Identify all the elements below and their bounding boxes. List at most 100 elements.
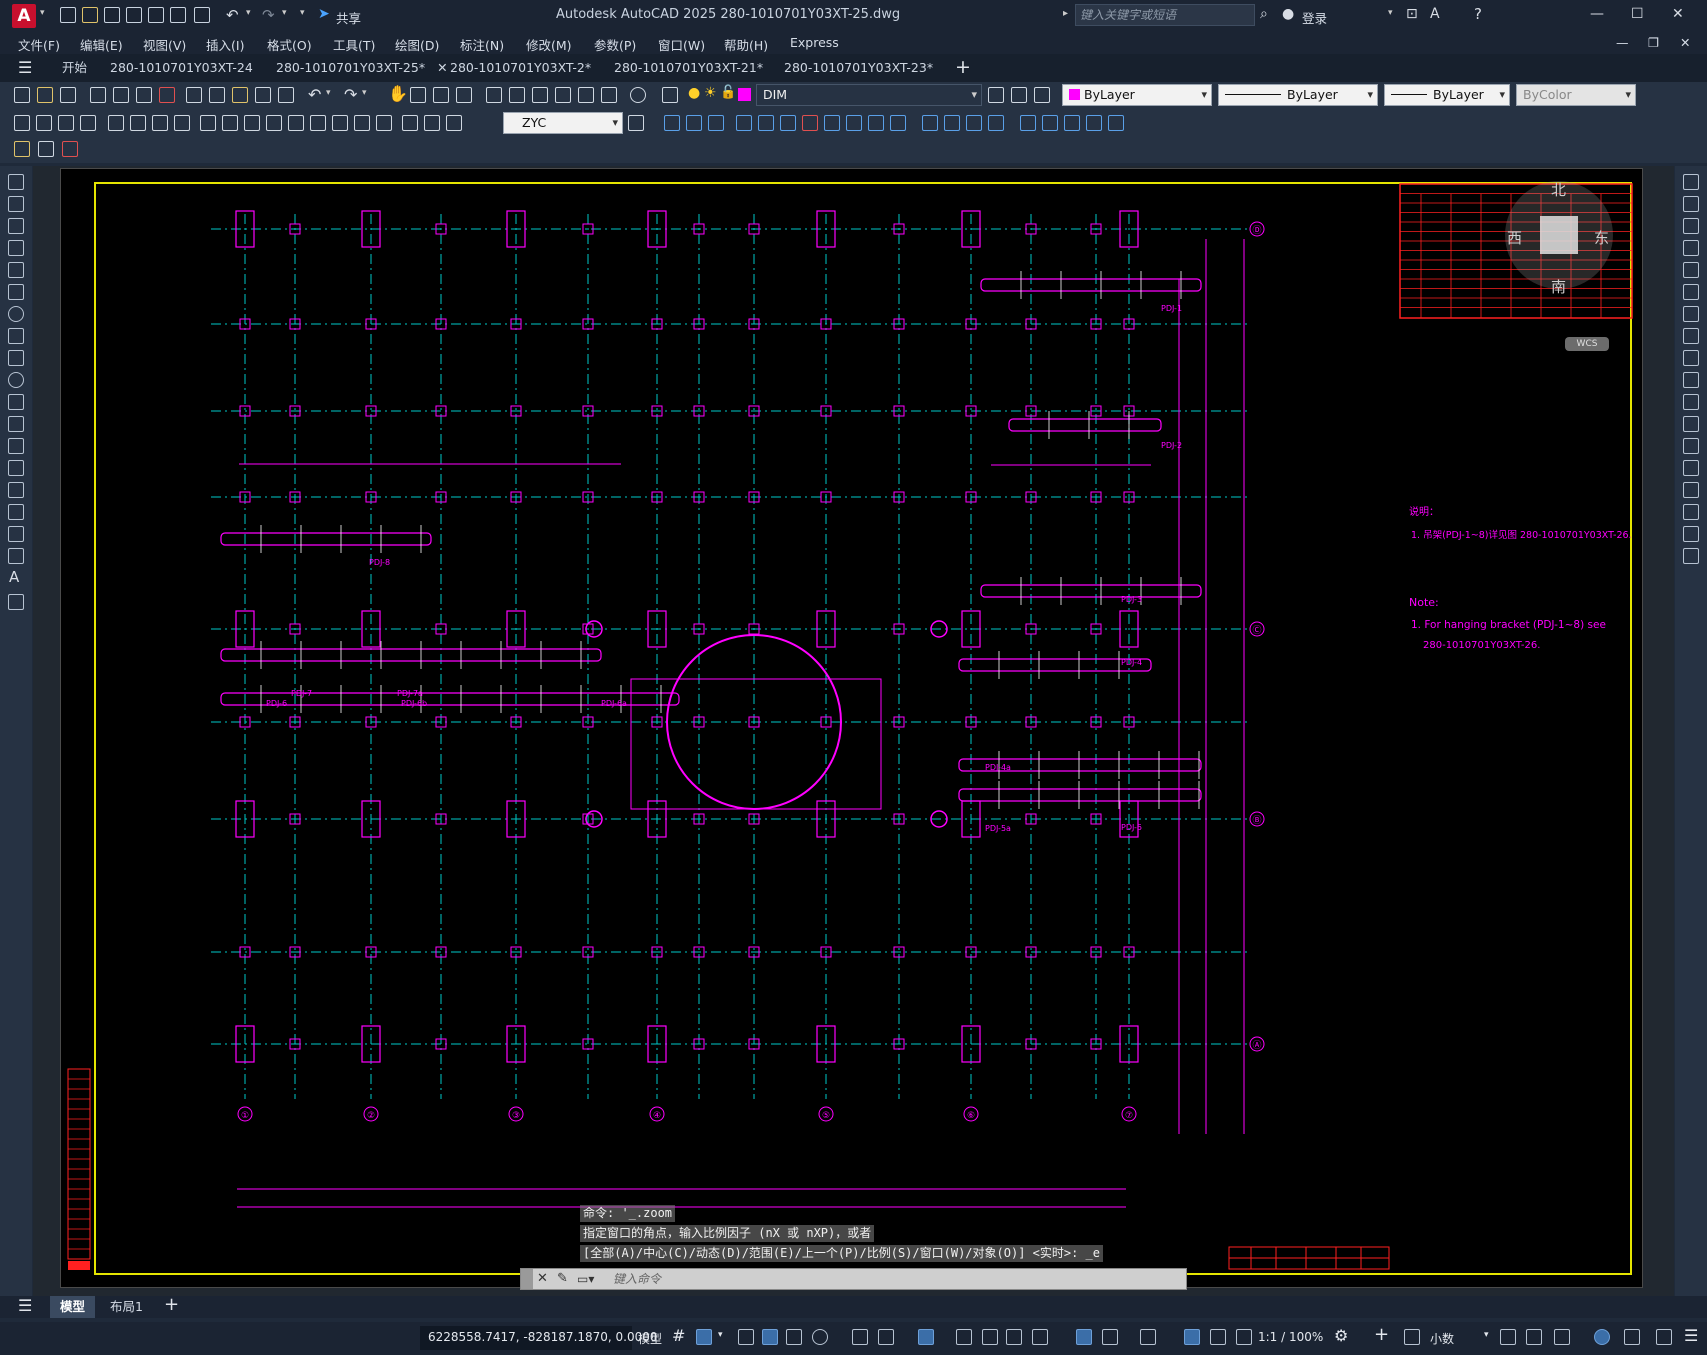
plot-preview-icon[interactable] bbox=[90, 87, 106, 103]
clean-screen-icon[interactable] bbox=[1624, 1329, 1640, 1345]
array-icon[interactable] bbox=[1683, 262, 1699, 278]
plot-to-printer-icon[interactable] bbox=[136, 87, 152, 103]
snap-mode-icon[interactable] bbox=[696, 1329, 712, 1345]
doc-minimize-button[interactable]: — bbox=[1616, 35, 1629, 50]
dim-edit-icon[interactable] bbox=[402, 115, 418, 131]
lineweight-display-icon[interactable] bbox=[956, 1329, 972, 1345]
aligned-dim-icon[interactable] bbox=[36, 115, 52, 131]
jogged-linear-icon[interactable] bbox=[376, 115, 392, 131]
menu-window[interactable]: 窗口(W) bbox=[658, 35, 705, 54]
maximize-button[interactable]: ☐ bbox=[1631, 6, 1644, 22]
dim-space-icon[interactable] bbox=[266, 115, 282, 131]
break-icon[interactable] bbox=[1683, 438, 1699, 454]
visual-style-wire-icon[interactable] bbox=[922, 115, 938, 131]
save-web-icon[interactable] bbox=[170, 7, 186, 23]
viewcube-north[interactable]: 北 bbox=[1551, 179, 1566, 200]
qnew-icon[interactable] bbox=[14, 87, 30, 103]
lineweight-dropdown[interactable]: ByLayer ▾ bbox=[1384, 84, 1510, 106]
ucs-face-icon[interactable] bbox=[802, 115, 818, 131]
view-back-icon[interactable] bbox=[686, 115, 702, 131]
command-close-icon[interactable]: ✕ bbox=[537, 1269, 548, 1289]
workspace-gear-icon[interactable]: ⚙ bbox=[1334, 1326, 1348, 1345]
plot-icon[interactable] bbox=[194, 7, 210, 23]
diameter-dim-icon[interactable] bbox=[152, 115, 168, 131]
menu-file[interactable]: 文件(F) bbox=[18, 35, 60, 54]
undo-toolbar-icon[interactable]: ↶ bbox=[308, 85, 321, 104]
ucs-icon[interactable] bbox=[736, 115, 752, 131]
menu-help[interactable]: 帮助(H) bbox=[724, 35, 768, 54]
help-toolbar-icon[interactable] bbox=[630, 87, 646, 103]
layer-on-icon[interactable]: ● bbox=[688, 85, 700, 101]
tool-palettes-icon[interactable] bbox=[532, 87, 548, 103]
open-icon[interactable] bbox=[82, 7, 98, 23]
menu-parametric[interactable]: 参数(P) bbox=[594, 35, 636, 54]
tab-file-25[interactable]: 280-1010701Y03XT-25* ✕ bbox=[262, 54, 448, 82]
ucs-zaxis-icon[interactable] bbox=[890, 115, 906, 131]
polygon-icon[interactable] bbox=[8, 240, 24, 256]
isolate-objects-icon[interactable] bbox=[1554, 1329, 1570, 1345]
layout-menu-icon[interactable]: ☰ bbox=[18, 1296, 32, 1315]
menu-modify[interactable]: 修改(M) bbox=[526, 35, 572, 54]
viewcube-top-face[interactable] bbox=[1540, 216, 1578, 254]
auto-scale-icon[interactable] bbox=[1210, 1329, 1226, 1345]
stretch-icon[interactable] bbox=[1683, 350, 1699, 366]
customize-wrench-icon[interactable]: ✎ bbox=[557, 1269, 568, 1289]
blend-curves-icon[interactable] bbox=[1683, 526, 1699, 542]
layer-dropdown[interactable]: DIM ▾ bbox=[756, 84, 982, 106]
login-dropdown-icon[interactable]: ▾ bbox=[1388, 8, 1393, 18]
arc-length-icon[interactable] bbox=[58, 115, 74, 131]
cart-icon[interactable]: ⊡ bbox=[1406, 6, 1418, 22]
wcs-menu-button[interactable]: WCS bbox=[1565, 337, 1609, 351]
circle-icon[interactable] bbox=[8, 306, 24, 322]
zoom-realtime-icon[interactable] bbox=[410, 87, 426, 103]
tab-model[interactable]: 模型 bbox=[50, 1296, 96, 1318]
search-input[interactable]: 键入关键字或短语 bbox=[1075, 4, 1255, 26]
units-value[interactable]: 小数 bbox=[1430, 1330, 1454, 1347]
ellipse-icon[interactable] bbox=[8, 372, 24, 388]
tab-start[interactable]: 开始 bbox=[48, 54, 101, 82]
ucs-object-icon[interactable] bbox=[824, 115, 840, 131]
walk-icon[interactable] bbox=[1086, 115, 1102, 131]
polyline-icon[interactable] bbox=[8, 218, 24, 234]
quick-properties-icon[interactable] bbox=[1500, 1329, 1516, 1345]
graphics-performance-icon[interactable] bbox=[1594, 1329, 1610, 1345]
region-icon[interactable] bbox=[8, 526, 24, 542]
visual-style-hidden-icon[interactable] bbox=[944, 115, 960, 131]
dynamic-ucs-icon[interactable] bbox=[1076, 1329, 1092, 1345]
layer-freeze-icon[interactable]: ☀ bbox=[704, 85, 717, 101]
quick-dim-icon[interactable] bbox=[200, 115, 216, 131]
color-dropdown[interactable]: ByLayer ▾ bbox=[1062, 84, 1212, 106]
scale-icon[interactable] bbox=[1683, 328, 1699, 344]
match-properties-icon[interactable] bbox=[255, 87, 271, 103]
tab-file-23[interactable]: 280-1010701Y03XT-23* bbox=[770, 54, 947, 82]
menu-tools[interactable]: 工具(T) bbox=[333, 35, 375, 54]
fillet-icon[interactable] bbox=[1683, 504, 1699, 520]
explode-icon[interactable] bbox=[1683, 548, 1699, 564]
point-icon[interactable] bbox=[8, 460, 24, 476]
pdf-icon[interactable] bbox=[62, 141, 78, 157]
undo-dropdown-icon[interactable]: ▾ bbox=[246, 8, 251, 18]
3d-orbit-icon[interactable] bbox=[1020, 115, 1036, 131]
zoom-window-icon[interactable] bbox=[433, 87, 449, 103]
tolerance-icon[interactable] bbox=[310, 115, 326, 131]
search-icon[interactable]: ⌕ bbox=[1260, 6, 1268, 22]
lock-ui-icon[interactable] bbox=[1526, 1329, 1542, 1345]
3d-free-orbit-icon[interactable] bbox=[1042, 115, 1058, 131]
units-dropdown-icon[interactable]: ▾ bbox=[1484, 1330, 1489, 1340]
move-icon[interactable] bbox=[1683, 284, 1699, 300]
user-icon[interactable]: ● bbox=[1282, 6, 1294, 22]
spline-icon[interactable] bbox=[8, 350, 24, 366]
autocad-logo-icon[interactable]: A bbox=[12, 4, 36, 28]
recent-commands-icon[interactable]: ▭▾ bbox=[577, 1269, 594, 1289]
undo-list-icon[interactable]: ▾ bbox=[326, 88, 331, 98]
menu-insert[interactable]: 插入(I) bbox=[206, 35, 244, 54]
ucs-previous-icon[interactable] bbox=[780, 115, 796, 131]
break-at-point-icon[interactable] bbox=[1683, 416, 1699, 432]
new-tab-plus-icon[interactable]: + bbox=[955, 56, 971, 78]
add-layout-plus-icon[interactable]: + bbox=[164, 1294, 179, 1315]
block-editor-icon[interactable] bbox=[278, 87, 294, 103]
tab-file-2[interactable]: 280-1010701Y03XT-2* bbox=[436, 54, 605, 82]
app-menu-chevron-icon[interactable]: ▾ bbox=[40, 8, 45, 18]
ordinate-dim-icon[interactable] bbox=[80, 115, 96, 131]
tab-file-24[interactable]: 280-1010701Y03XT-24 bbox=[96, 54, 267, 82]
